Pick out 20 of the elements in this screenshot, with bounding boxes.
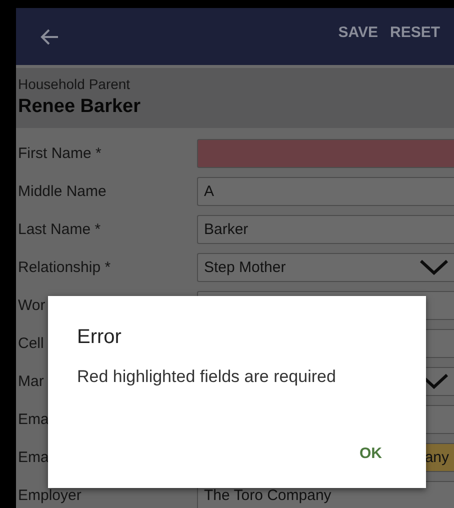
field-label: Last Name * bbox=[18, 220, 101, 238]
dialog-message: Red highlighted fields are required bbox=[77, 367, 336, 387]
field-label: Wor bbox=[18, 296, 46, 314]
person-name: Renee Barker bbox=[18, 96, 142, 118]
field-label: Relationship * bbox=[18, 258, 111, 276]
input-field[interactable]: A bbox=[197, 176, 454, 206]
dialog-title: Error bbox=[77, 326, 122, 349]
action-button[interactable]: SAVE bbox=[334, 20, 382, 45]
dropdown-field[interactable]: Step Mother bbox=[197, 252, 454, 282]
field-label: Middle Name bbox=[18, 182, 106, 200]
section-subtitle: Household Parent bbox=[18, 76, 132, 92]
field-label: Ema bbox=[18, 410, 49, 428]
input-field[interactable]: Barker bbox=[197, 214, 454, 244]
field-label: Cell bbox=[18, 334, 44, 352]
field-label: Employer bbox=[18, 486, 82, 504]
field-label: Ema bbox=[18, 448, 49, 466]
action-button[interactable]: RESET bbox=[386, 20, 444, 45]
field-label: Mar bbox=[18, 372, 44, 390]
field-label: First Name * bbox=[18, 144, 102, 162]
ok-button[interactable]: OK bbox=[350, 439, 410, 468]
